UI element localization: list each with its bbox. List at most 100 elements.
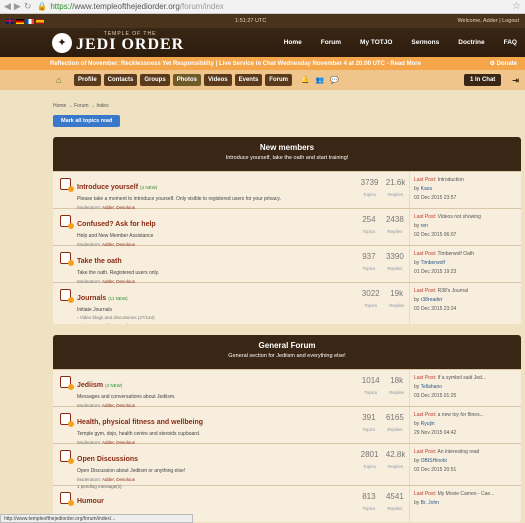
nav-sermons[interactable]: Sermons (411, 39, 439, 46)
bell-icon[interactable]: 🔔 (301, 76, 310, 84)
back-icon[interactable]: ◀ (4, 1, 11, 12)
notification-icons: 🔔 👥 💬 (301, 76, 339, 84)
status-bar: http://www.templeofthejediorder.org/foru… (0, 514, 193, 523)
forum-moderators: Moderators: Adder, Desolous (77, 477, 357, 482)
topics-label: Topics (362, 229, 376, 234)
last-post-title[interactable]: If a symbol said Jed... (438, 375, 486, 381)
last-post-title[interactable]: Introduction (438, 177, 464, 183)
forum-title[interactable]: Humour (77, 498, 104, 505)
home-icon[interactable]: ⌂ (56, 75, 67, 86)
last-post-title[interactable]: Timberwolf Oath (438, 251, 475, 257)
last-post: Last Post: My Movie Cameo - Cae... by Br… (409, 486, 521, 522)
last-post-author[interactable]: OBISHinobi (421, 458, 447, 464)
subnav-photos[interactable]: Photos (172, 74, 202, 86)
moderators-label: Moderators: (77, 477, 102, 482)
moderator-names[interactable]: Adder, Desolous (102, 323, 135, 324)
subnav-videos[interactable]: Videos (204, 74, 232, 86)
last-post-title[interactable]: My Movie Cameo - Cae... (438, 491, 495, 497)
subnav-contacts[interactable]: Contacts (103, 74, 138, 86)
last-post-title[interactable]: An interesting read (437, 449, 479, 455)
chat-bubble-icon[interactable]: 💬 (330, 76, 339, 84)
category-title[interactable]: New members (53, 143, 521, 152)
category-title[interactable]: General Forum (53, 341, 521, 350)
last-post-author[interactable]: Ryujin (421, 421, 435, 427)
last-post-author[interactable]: ren (421, 223, 428, 229)
logout-icon[interactable]: ⇥ (512, 76, 519, 85)
forum-title[interactable]: Open Discussions (77, 456, 138, 463)
forum-icon (53, 209, 77, 245)
forum-stats: 2801 Topics 42.8k Replies (357, 444, 409, 485)
subnav-forum[interactable]: Forum (265, 74, 292, 86)
last-post-author[interactable]: Timberwolf (421, 260, 445, 266)
forum-title[interactable]: Health, physical fitness and wellbeing (77, 419, 203, 426)
in-chat-button[interactable]: 1 In Chat (463, 74, 502, 86)
forum-desc: Temple gym, dojo, health centre and ster… (77, 431, 201, 437)
flag-de-icon[interactable] (16, 18, 24, 24)
server-time: 1:51:27 UTC (235, 18, 267, 24)
nav-faq[interactable]: FAQ (504, 39, 517, 46)
last-post-label: Last Post: (414, 449, 437, 455)
forum-title[interactable]: Introduce yourself (77, 184, 138, 191)
last-post-author[interactable]: Kaos (421, 186, 432, 192)
forum-title[interactable]: Confused? Ask for help (77, 221, 156, 228)
forum-category: New members Introduce yourself, take the… (53, 137, 521, 324)
last-post-label: Last Post: (414, 214, 437, 220)
breadcrumb[interactable]: Home → Forum → Index (53, 103, 525, 109)
nav-my-totjo[interactable]: My TOTJO (360, 39, 392, 46)
last-post: Last Post: An interesting read by OBISHi… (409, 444, 521, 485)
subnav-events[interactable]: Events (234, 74, 263, 86)
forum-icon (53, 444, 77, 485)
forum-title[interactable]: Journals (77, 295, 106, 302)
forum-stats: 391 Topics 6165 Replies (357, 407, 409, 443)
forum-stats: 3022 Topics 19k Replies (357, 283, 409, 324)
last-post-author[interactable]: r38reader (421, 297, 443, 303)
site-logo[interactable]: ✦ TEMPLE OF THE JEDI ORDER (52, 32, 184, 53)
forward-icon[interactable]: ▶ (14, 1, 21, 12)
flag-es-icon[interactable] (36, 18, 44, 24)
replies-count: 42.8k (385, 450, 406, 459)
friends-icon[interactable]: 👥 (316, 76, 325, 84)
flag-fr-icon[interactable] (26, 18, 34, 24)
forum-title[interactable]: Take the oath (77, 258, 122, 265)
nav-doctrine[interactable]: Doctrine (458, 39, 484, 46)
forum-icon (53, 283, 77, 324)
url-path: /forum/index (179, 2, 224, 11)
moderator-names[interactable]: Adder, Desolous (102, 477, 135, 482)
topics-label: Topics (363, 464, 376, 469)
main-nav: Home Forum My TOTJO Sermons Doctrine FAQ (284, 39, 517, 46)
last-post-title[interactable]: Videos not showing (438, 214, 481, 220)
topics-count: 1014 (361, 376, 380, 385)
address-bar[interactable]: 🔒 https://www.templeofthejediorder.org/f… (37, 2, 512, 11)
forum-icon (53, 407, 77, 443)
subnav-groups[interactable]: Groups (140, 74, 170, 86)
topics-label: Topics (362, 427, 376, 432)
nav-home[interactable]: Home (284, 39, 302, 46)
forum-desc: Open Discussion about Jediism or anythin… (77, 468, 186, 474)
sub-nav: ⌂ Profile Contacts Groups Photos Videos … (0, 70, 525, 90)
welcome-text[interactable]: Welcome, Adder | Logout (457, 18, 519, 24)
bookmark-star-icon[interactable]: ☆ (512, 1, 521, 12)
forum-desc: Help and New Member Assistance (77, 233, 154, 239)
subnav-profile[interactable]: Profile (74, 74, 101, 86)
last-post-title[interactable]: R38's Journal (438, 288, 468, 294)
forum-desc: Messages and conversations about Jediism… (77, 394, 176, 400)
topics-label: Topics (363, 192, 376, 197)
last-post-date: 02 Dec 2015 23:57 (414, 195, 457, 201)
forum-stats: 1014 Topics 18k Replies (357, 370, 409, 406)
topics-count: 254 (362, 215, 376, 224)
announcement-text[interactable]: Reflection of November: Recklessness Yet… (50, 61, 421, 67)
mark-all-read-button[interactable]: Mark all topics read (53, 115, 121, 127)
reload-icon[interactable]: ↻ (24, 1, 32, 12)
announcement-bar: Reflection of November: Recklessness Yet… (0, 57, 525, 70)
replies-count: 6165 (385, 413, 404, 422)
flag-uk-icon[interactable] (6, 18, 14, 24)
last-post-author[interactable]: Tellahano (421, 384, 442, 390)
nav-forum[interactable]: Forum (321, 39, 341, 46)
lock-icon: 🔒 (37, 2, 48, 11)
subforum-link[interactable]: ▫ Video blogs and discussions (27/144) (77, 315, 357, 320)
donate-button[interactable]: ⚙ Donate (490, 60, 517, 67)
replies-count: 3390 (385, 252, 404, 261)
last-post-author[interactable]: Br. John (421, 500, 439, 506)
last-post-title[interactable]: a new toy for fitnes... (438, 412, 484, 418)
forum-title[interactable]: Jediism (77, 382, 103, 389)
